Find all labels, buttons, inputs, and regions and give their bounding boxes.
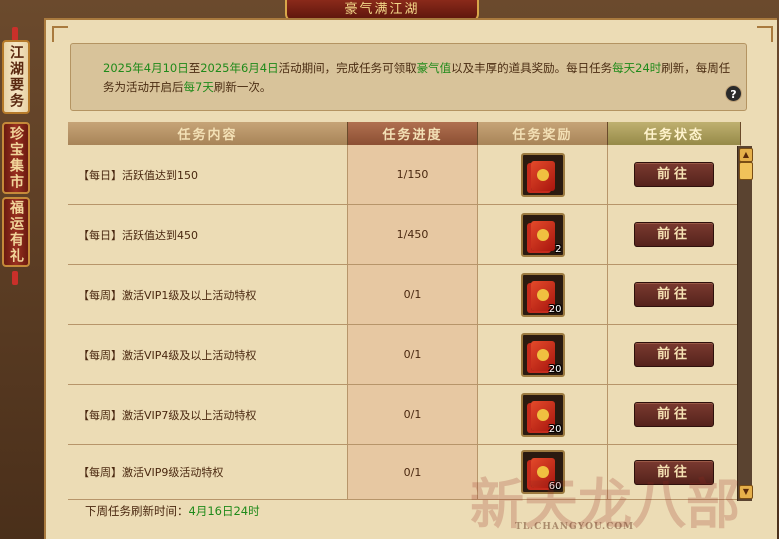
daily-refresh-time: 每天24时 <box>612 61 662 75</box>
table-scrollbar[interactable]: ▲ ▼ <box>737 146 753 501</box>
header-progress: 任务进度 <box>347 122 478 145</box>
table-row: 【每周】激活VIP4级及以上活动特权 0/1 20 前往 <box>68 324 741 385</box>
go-button[interactable]: 前往 <box>634 162 714 187</box>
side-tab-fortune[interactable]: 福运有礼 <box>2 197 30 267</box>
task-progress: 0/1 <box>347 444 478 500</box>
table-row: 【每周】激活VIP7级及以上活动特权 0/1 20 前往 <box>68 384 741 445</box>
side-tab-market[interactable]: 珍宝集市 <box>2 122 30 194</box>
table-row: 【每日】活跃值达到450 1/450 2 前往 <box>68 204 741 265</box>
task-content: 【每周】激活VIP4级及以上活动特权 <box>68 324 348 385</box>
red-envelope-icon[interactable]: 2 <box>520 212 565 257</box>
red-envelope-icon[interactable]: 20 <box>520 272 565 317</box>
go-button[interactable]: 前往 <box>634 459 714 485</box>
date-end: 2025年6月4日 <box>200 61 279 75</box>
reward-quantity: 20 <box>548 303 562 315</box>
tab-knot-icon <box>12 27 18 41</box>
task-content: 【每日】活跃值达到150 <box>68 145 348 205</box>
corner-ornament-icon <box>52 26 68 42</box>
scroll-up-icon[interactable]: ▲ <box>739 148 753 162</box>
refresh-time: 4月16日24时 <box>188 504 260 518</box>
currency-name: 豪气值 <box>416 61 452 75</box>
refresh-label: 下周任务刷新时间： <box>85 504 189 518</box>
task-content: 【每周】激活VIP1级及以上活动特权 <box>68 264 348 325</box>
red-envelope-icon[interactable]: 20 <box>520 392 565 437</box>
corner-ornament-icon <box>757 26 773 42</box>
task-progress: 0/1 <box>347 384 478 445</box>
header-reward: 任务奖励 <box>477 122 608 145</box>
scroll-thumb[interactable] <box>739 162 753 180</box>
task-content: 【每周】激活VIP7级及以上活动特权 <box>68 384 348 445</box>
side-tab-jianghu[interactable]: 江湖要务 <box>2 40 30 114</box>
table-row: 【每周】激活VIP9级活动特权 0/1 60 前往 <box>68 444 741 500</box>
desc-text-2: 以及丰厚的道具奖励。每日任务 <box>451 61 613 75</box>
go-button[interactable]: 前往 <box>634 342 714 367</box>
help-icon[interactable]: ? <box>725 85 742 102</box>
task-progress: 1/150 <box>347 145 478 205</box>
task-table: 任务内容 任务进度 任务奖励 任务状态 【每日】活跃值达到150 1/150 前… <box>68 122 741 500</box>
desc-text-1: 活动期间，完成任务可领取 <box>278 61 417 75</box>
reward-quantity: 20 <box>548 423 562 435</box>
table-header-row: 任务内容 任务进度 任务奖励 任务状态 <box>68 122 741 145</box>
go-button[interactable]: 前往 <box>634 402 714 427</box>
tab-tassel-icon <box>12 271 18 285</box>
task-progress: 1/450 <box>347 204 478 265</box>
refresh-footer: 下周任务刷新时间：4月16日24时 <box>85 503 260 519</box>
table-row: 【每日】活跃值达到150 1/150 前往 <box>68 145 741 205</box>
reward-quantity: 20 <box>548 363 562 375</box>
task-content: 【每日】活跃值达到450 <box>68 204 348 265</box>
task-progress: 0/1 <box>347 324 478 385</box>
red-envelope-icon[interactable]: 60 <box>520 450 565 494</box>
go-button[interactable]: 前往 <box>634 282 714 307</box>
weekly-refresh-days: 每7天 <box>183 80 214 94</box>
reward-quantity: 60 <box>548 481 562 492</box>
task-content: 【每周】激活VIP9级活动特权 <box>68 444 348 500</box>
table-row: 【每周】激活VIP1级及以上活动特权 0/1 20 前往 <box>68 264 741 325</box>
header-status: 任务状态 <box>607 122 741 145</box>
go-button[interactable]: 前往 <box>634 222 714 247</box>
red-envelope-icon[interactable]: 20 <box>520 332 565 377</box>
event-description: 2025年4月10日至2025年6月4日活动期间，完成任务可领取豪气值以及丰厚的… <box>70 43 747 111</box>
desc-to: 至 <box>188 61 201 75</box>
desc-text-4: 刷新一次。 <box>213 80 272 94</box>
task-progress: 0/1 <box>347 264 478 325</box>
date-start: 2025年4月10日 <box>103 61 189 75</box>
scroll-down-icon[interactable]: ▼ <box>739 485 753 499</box>
reward-quantity: 2 <box>555 243 562 255</box>
red-envelope-icon[interactable] <box>520 152 565 197</box>
header-task: 任务内容 <box>68 122 348 145</box>
